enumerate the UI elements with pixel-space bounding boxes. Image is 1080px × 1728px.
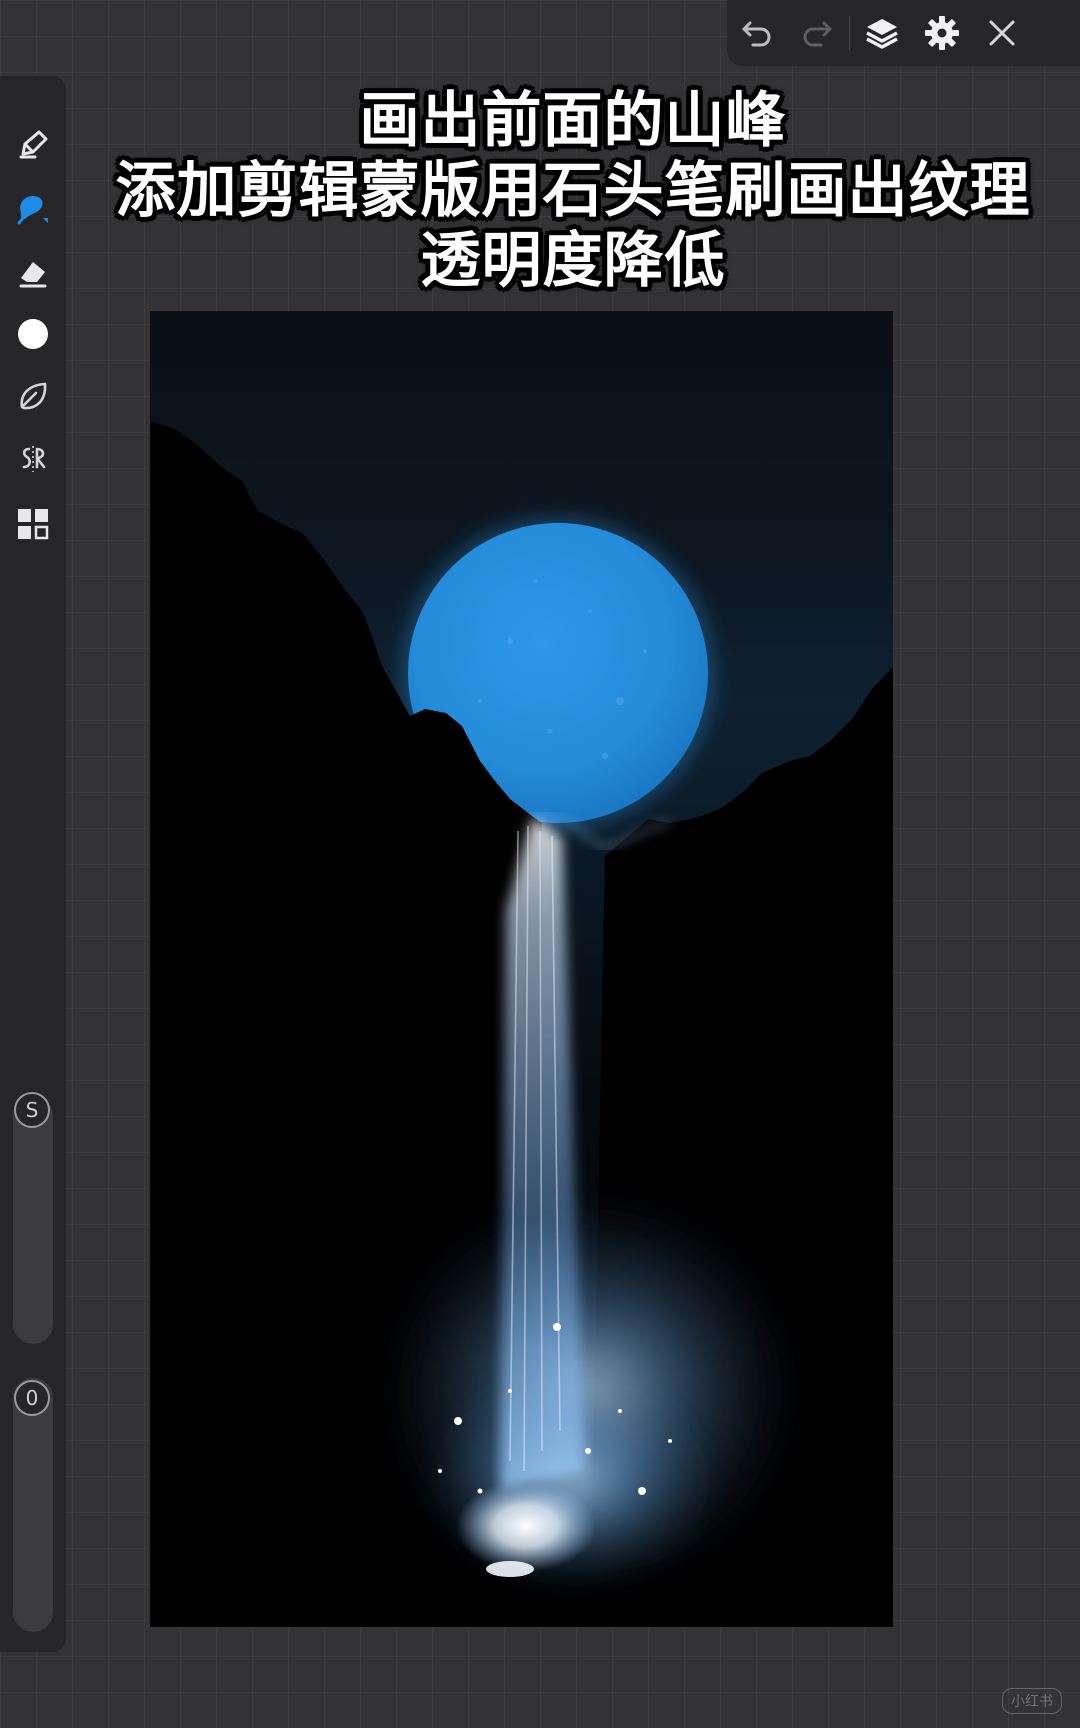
caption-line-2: 添加剪辑蒙版用石头笔刷画出纹理: [115, 156, 1031, 226]
brush-size-slider[interactable]: [13, 1096, 53, 1344]
tutorial-caption: 画出前面的山峰 添加剪辑蒙版用石头笔刷画出纹理 透明度降低: [66, 86, 1080, 296]
smudge-tool[interactable]: [0, 182, 66, 234]
color-picker[interactable]: [0, 308, 66, 360]
caption-line-1: 画出前面的山峰: [359, 86, 787, 156]
widgets-icon: [18, 509, 49, 540]
close-button[interactable]: [972, 0, 1032, 66]
caption-line-3: 透明度降低: [420, 226, 726, 296]
liquify-tool[interactable]: [0, 370, 66, 422]
leaf-icon: [20, 382, 47, 410]
water-glow: [456, 1480, 596, 1572]
close-icon: [989, 20, 1015, 46]
eraser-icon: [19, 262, 47, 288]
settings-button[interactable]: [912, 0, 972, 66]
left-toolbar: S 0: [0, 76, 66, 1652]
redo-button[interactable]: [787, 0, 847, 66]
symmetry-tool[interactable]: [0, 433, 66, 485]
eraser-tool[interactable]: [0, 246, 66, 298]
pool-reflection: [486, 1561, 534, 1577]
pencil-tool[interactable]: [0, 118, 66, 170]
redo-icon: [803, 21, 832, 47]
gear-icon: [925, 16, 959, 50]
layers-icon: [866, 19, 898, 49]
toolbar-separator: [849, 16, 850, 50]
undo-button[interactable]: [727, 0, 787, 66]
layers-button[interactable]: [852, 0, 912, 66]
top-toolbar: [727, 0, 1080, 66]
color-circle-icon: [18, 319, 48, 349]
symmetry-icon: [22, 446, 46, 472]
size-slider-label: S: [14, 1092, 50, 1128]
widgets-tool[interactable]: [0, 498, 66, 550]
opacity-slider-label: 0: [14, 1380, 50, 1416]
undo-icon: [742, 21, 771, 47]
watermark: 小红书: [1002, 1688, 1062, 1714]
smudge-brush-icon: [17, 196, 48, 225]
opacity-slider[interactable]: [13, 1378, 53, 1632]
drawing-canvas[interactable]: [150, 311, 893, 1627]
pencil-icon: [19, 130, 48, 159]
